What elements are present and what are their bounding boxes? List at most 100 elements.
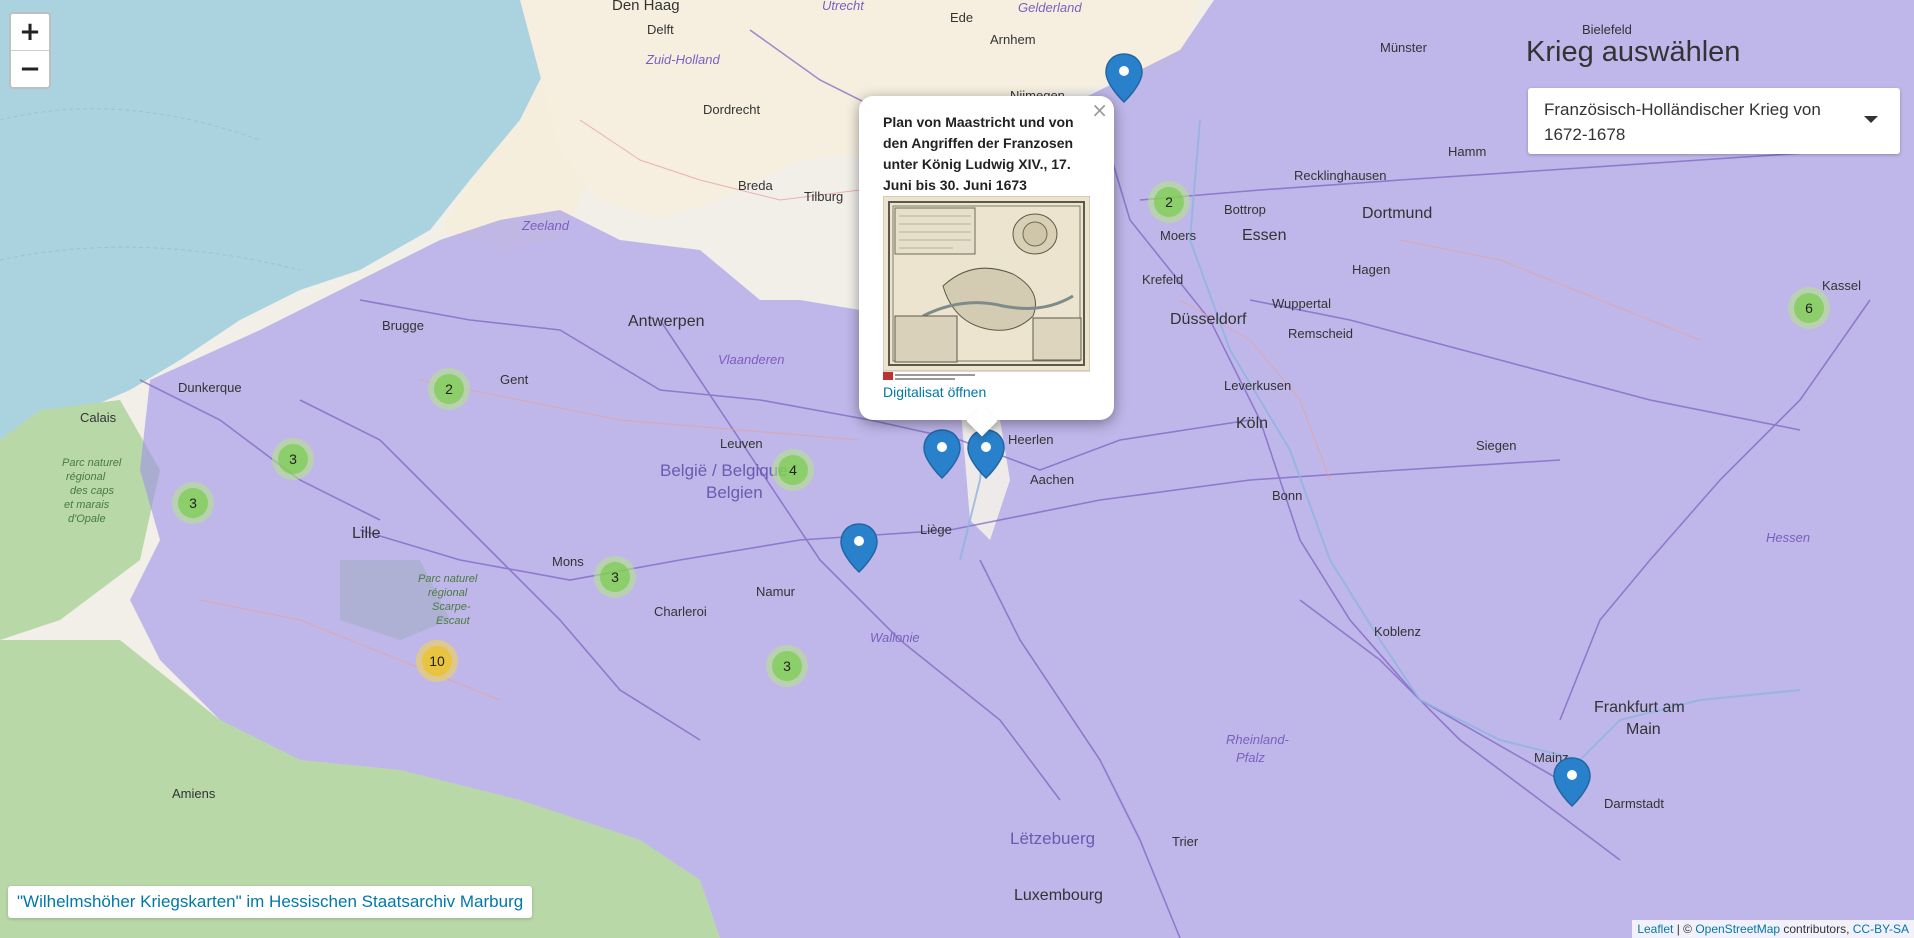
svg-text:Frankfurt am: Frankfurt am: [1594, 699, 1685, 716]
svg-text:d'Opale: d'Opale: [68, 513, 106, 525]
svg-text:Moers: Moers: [1160, 228, 1197, 243]
svg-text:Hagen: Hagen: [1352, 262, 1390, 277]
marker-cluster[interactable]: 6: [1788, 287, 1830, 329]
cluster-count: 6: [1805, 300, 1813, 316]
svg-text:régional: régional: [66, 471, 106, 483]
marker-cluster[interactable]: 4: [772, 449, 814, 491]
svg-text:Mons: Mons: [552, 554, 584, 569]
svg-text:Münster: Münster: [1380, 40, 1428, 55]
map-marker-icon[interactable]: [921, 428, 963, 480]
svg-text:Trier: Trier: [1172, 834, 1199, 849]
svg-text:Dunkerque: Dunkerque: [178, 380, 242, 395]
svg-text:Belgien: Belgien: [706, 483, 763, 502]
svg-text:Wallonie: Wallonie: [870, 630, 920, 645]
leaflet-link[interactable]: Leaflet: [1637, 922, 1673, 936]
marker-cluster[interactable]: 3: [272, 438, 314, 480]
cluster-count: 2: [445, 381, 453, 397]
svg-text:Aachen: Aachen: [1030, 472, 1074, 487]
svg-text:Gelderland: Gelderland: [1018, 0, 1082, 15]
svg-text:Parc naturel: Parc naturel: [62, 457, 122, 469]
war-select[interactable]: Französisch-Holländischer Krieg von 1672…: [1528, 88, 1900, 154]
map-marker-icon[interactable]: [1103, 52, 1145, 104]
svg-text:Amiens: Amiens: [172, 786, 216, 801]
marker-cluster[interactable]: 3: [172, 482, 214, 524]
close-icon[interactable]: ×: [1091, 98, 1108, 122]
svg-text:Calais: Calais: [80, 410, 117, 425]
map-marker-icon[interactable]: [965, 428, 1007, 480]
chevron-down-icon: [1864, 116, 1878, 123]
svg-text:Tilburg: Tilburg: [804, 189, 843, 204]
svg-text:Siegen: Siegen: [1476, 438, 1516, 453]
svg-text:Köln: Köln: [1236, 415, 1268, 432]
svg-text:Arnhem: Arnhem: [990, 32, 1036, 47]
svg-text:et marais: et marais: [64, 499, 110, 511]
cluster-count: 3: [189, 495, 197, 511]
map-thumbnail[interactable]: [883, 196, 1090, 381]
svg-text:Gent: Gent: [500, 372, 529, 387]
svg-text:Hamm: Hamm: [1448, 144, 1486, 159]
popup-title: Plan von Maastricht und von den Angriffe…: [883, 114, 1074, 193]
license-link[interactable]: CC-BY-SA: [1853, 922, 1909, 936]
marker-cluster[interactable]: 2: [1148, 181, 1190, 223]
svg-text:Krefeld: Krefeld: [1142, 272, 1183, 287]
svg-text:Essen: Essen: [1242, 227, 1286, 244]
svg-text:Namur: Namur: [756, 584, 796, 599]
svg-text:Bonn: Bonn: [1272, 488, 1302, 503]
attribution-text: contributors,: [1780, 922, 1853, 936]
svg-text:Main: Main: [1626, 721, 1661, 738]
svg-text:Koblenz: Koblenz: [1374, 624, 1421, 639]
svg-text:Brugge: Brugge: [382, 318, 424, 333]
map-attribution: Leaflet | © OpenStreetMap contributors, …: [1632, 920, 1914, 938]
zoom-control: + −: [9, 12, 51, 89]
svg-text:Bottrop: Bottrop: [1224, 202, 1266, 217]
svg-text:Darmstadt: Darmstadt: [1604, 796, 1664, 811]
marker-cluster[interactable]: 3: [594, 556, 636, 598]
cluster-count: 10: [429, 653, 445, 669]
zoom-out-button[interactable]: −: [11, 50, 49, 87]
svg-text:Delft: Delft: [647, 22, 674, 37]
svg-text:Dortmund: Dortmund: [1362, 205, 1432, 222]
marker-cluster[interactable]: 10: [416, 640, 458, 682]
svg-text:Escaut: Escaut: [436, 615, 471, 627]
svg-text:Dordrecht: Dordrecht: [703, 102, 760, 117]
svg-text:Bielefeld: Bielefeld: [1582, 22, 1632, 37]
cluster-count: 4: [789, 462, 797, 478]
archive-title-link[interactable]: "Wilhelmshöher Kriegskarten" im Hessisch…: [8, 886, 533, 918]
marker-cluster[interactable]: 2: [428, 368, 470, 410]
osm-link[interactable]: OpenStreetMap: [1695, 922, 1780, 936]
svg-text:des caps: des caps: [70, 485, 115, 497]
marker-cluster[interactable]: 3: [766, 645, 808, 687]
cluster-count: 3: [289, 451, 297, 467]
map-marker-icon[interactable]: [1551, 756, 1593, 808]
svg-text:Breda: Breda: [738, 178, 773, 193]
svg-text:Ede: Ede: [950, 10, 973, 25]
map-marker-icon[interactable]: [838, 522, 880, 574]
svg-text:Pfalz: Pfalz: [1236, 750, 1265, 765]
cluster-count: 3: [783, 658, 791, 674]
svg-text:Düsseldorf: Düsseldorf: [1170, 311, 1247, 328]
map[interactable]: Den Haag Utrecht Ede Gelderland Delft Ar…: [0, 0, 1914, 938]
svg-text:Zeeland: Zeeland: [521, 218, 570, 233]
svg-text:Wuppertal: Wuppertal: [1272, 296, 1331, 311]
svg-text:Parc naturel: Parc naturel: [418, 573, 478, 585]
cluster-count: 2: [1165, 194, 1173, 210]
digitalisat-link[interactable]: Digitalisat öffnen: [883, 384, 986, 400]
war-select-title: Krieg auswählen: [1526, 36, 1741, 68]
attribution-separator: | ©: [1673, 922, 1696, 936]
cluster-count: 3: [611, 569, 619, 585]
svg-text:Leuven: Leuven: [720, 436, 763, 451]
war-select-value: Französisch-Holländischer Krieg von 1672…: [1544, 100, 1821, 144]
svg-text:Hessen: Hessen: [1766, 530, 1810, 545]
svg-text:Luxembourg: Luxembourg: [1014, 887, 1103, 904]
svg-text:Lille: Lille: [352, 525, 381, 542]
zoom-in-button[interactable]: +: [11, 14, 49, 50]
svg-text:Kassel: Kassel: [1822, 278, 1861, 293]
svg-text:Remscheid: Remscheid: [1288, 326, 1353, 341]
svg-text:Liège: Liège: [920, 522, 952, 537]
svg-text:Antwerpen: Antwerpen: [628, 313, 705, 330]
svg-text:Utrecht: Utrecht: [822, 0, 865, 13]
svg-text:Den Haag: Den Haag: [612, 0, 680, 14]
map-popup: × Plan von Maastricht und von den Angrif…: [859, 96, 1114, 437]
svg-text:Charleroi: Charleroi: [654, 604, 707, 619]
svg-text:Zuid-Holland: Zuid-Holland: [645, 52, 720, 67]
